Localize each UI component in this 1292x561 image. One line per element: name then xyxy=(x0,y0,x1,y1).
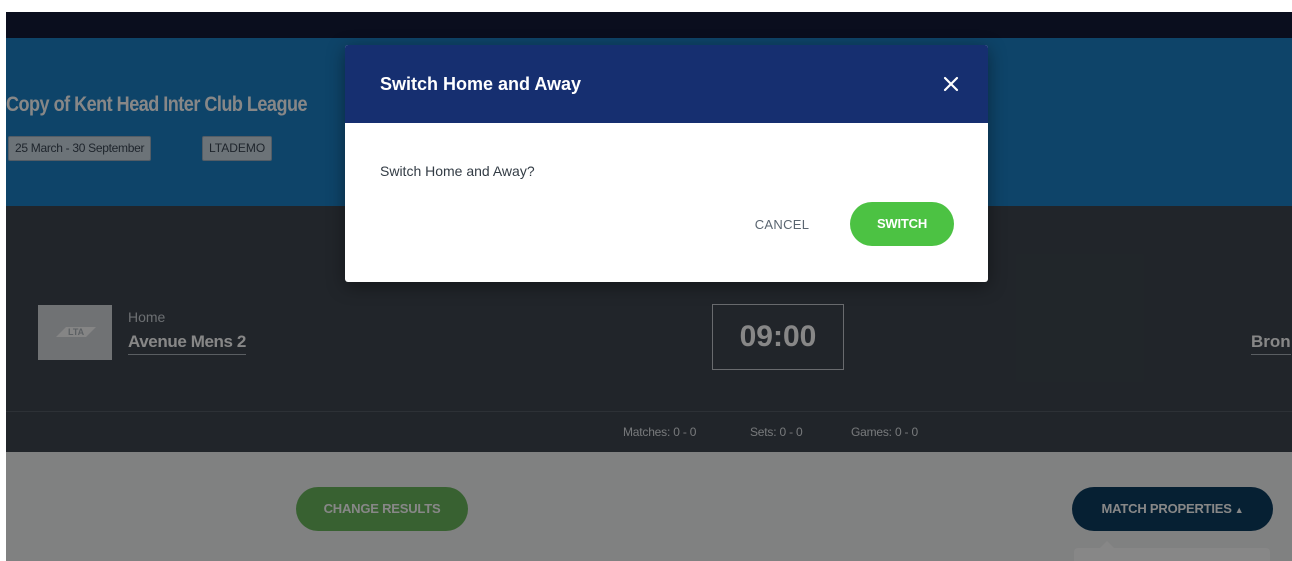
switch-home-away-dialog: Switch Home and Away Switch Home and Awa… xyxy=(345,45,988,282)
switch-button[interactable]: SWITCH xyxy=(850,202,954,246)
dialog-message: Switch Home and Away? xyxy=(380,163,535,179)
dialog-title: Switch Home and Away xyxy=(380,74,582,94)
cancel-button[interactable]: CANCEL xyxy=(738,205,826,245)
dialog-header: Switch Home and Away xyxy=(345,45,988,123)
close-icon[interactable] xyxy=(939,72,963,96)
match-page: Copy of Kent Head Inter Club League 25 M… xyxy=(6,12,1292,561)
